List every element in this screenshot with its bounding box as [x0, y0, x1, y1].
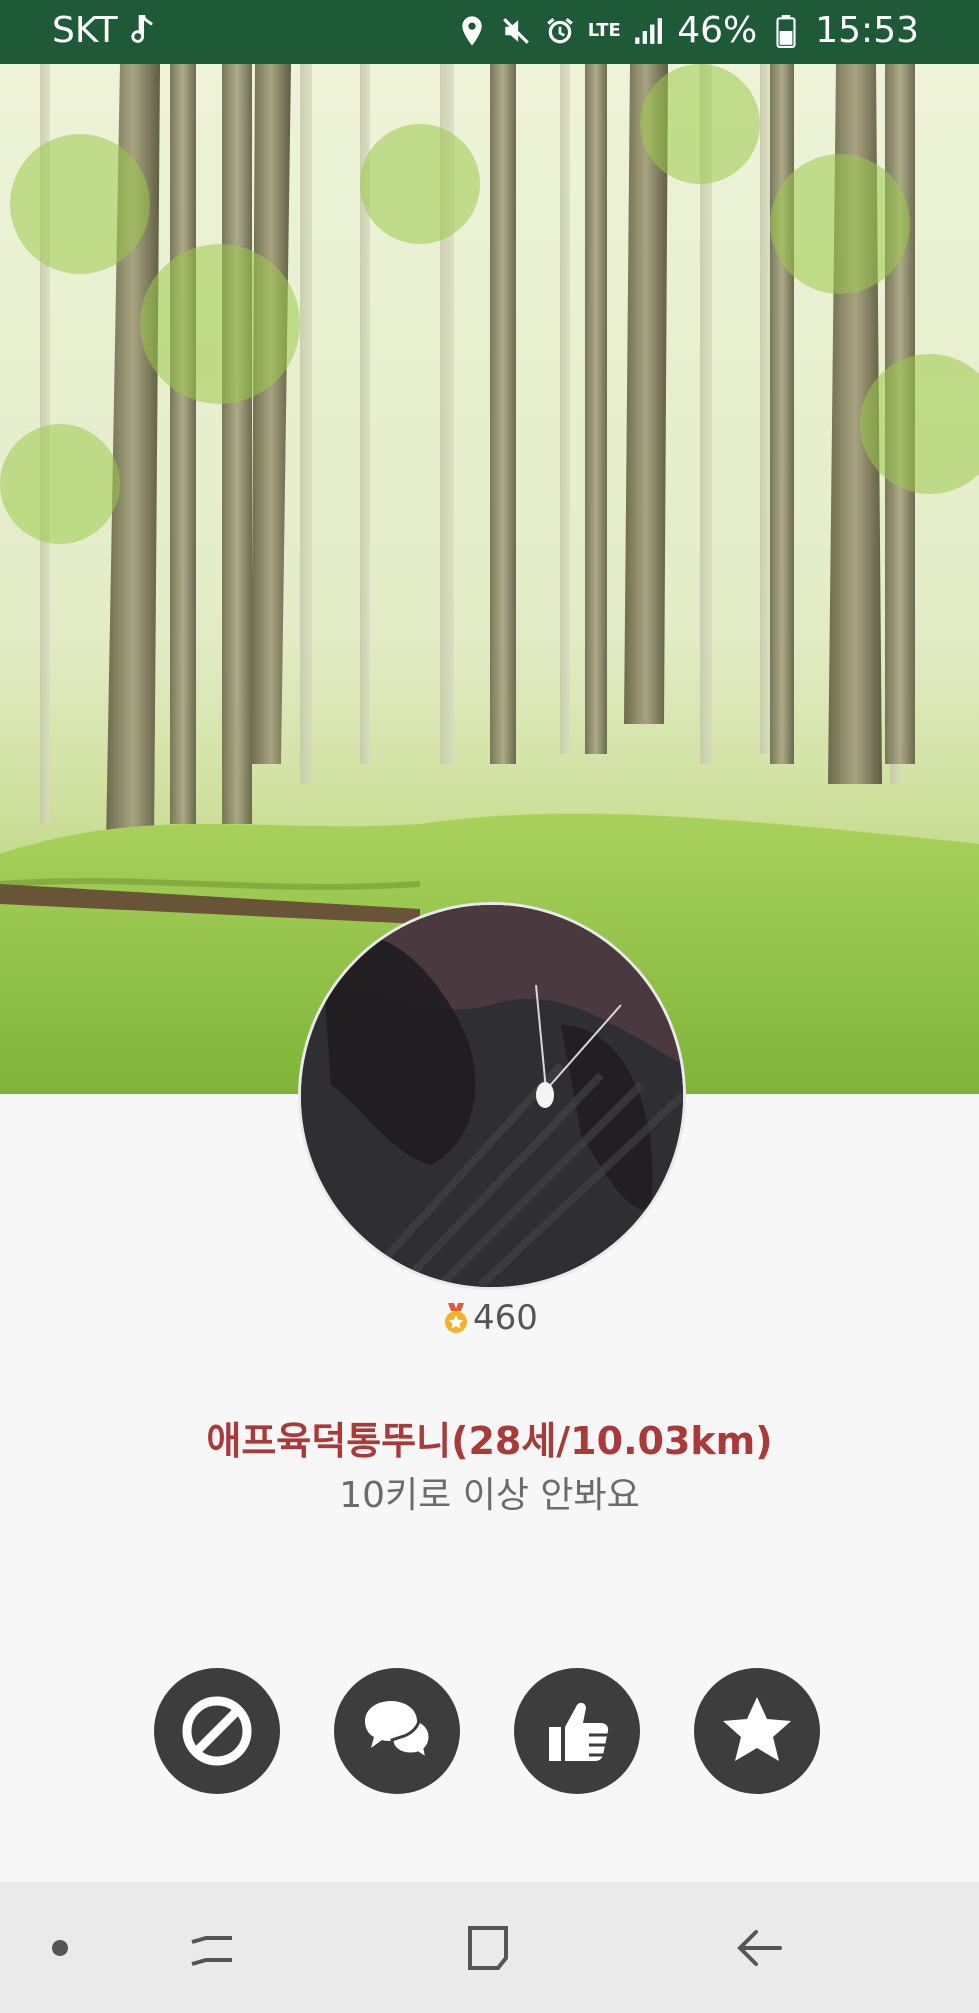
- nav-dot-button[interactable]: [28, 1916, 92, 1980]
- profile-screen: SKT LTE 46% 15:53 460 애프육덕통뚜니(28세/10.03k…: [0, 0, 979, 2013]
- recent-apps-icon: [191, 1936, 232, 1966]
- thumbs-up-icon: [549, 1702, 609, 1761]
- carrier-label: SKT: [52, 10, 118, 51]
- medal-icon: [445, 1303, 468, 1333]
- points-display: 460: [0, 1298, 979, 1338]
- battery-percent: 46%: [677, 10, 758, 51]
- home-icon: [468, 1926, 508, 1970]
- clock: 15:53: [815, 10, 919, 51]
- home-button[interactable]: [456, 1916, 520, 1980]
- battery-icon: [771, 13, 801, 49]
- status-right: LTE 46% 15:53: [457, 10, 919, 51]
- mute-icon: [501, 13, 531, 49]
- status-left: SKT: [52, 10, 160, 51]
- recent-apps-button[interactable]: [180, 1916, 244, 1980]
- profile-avatar[interactable]: [298, 902, 686, 1290]
- profile-name: 애프육덕통뚜니(28세/10.03km): [206, 1419, 773, 1463]
- music-note-icon: [130, 13, 160, 49]
- block-button[interactable]: [154, 1668, 280, 1794]
- chat-button[interactable]: [334, 1668, 460, 1794]
- navigation-bar: [0, 1882, 979, 2013]
- location-icon: [457, 13, 487, 49]
- block-icon: [182, 1696, 252, 1766]
- favorite-button[interactable]: [694, 1668, 820, 1794]
- like-button[interactable]: [514, 1668, 640, 1794]
- back-arrow-icon: [737, 1930, 782, 1966]
- star-icon: [723, 1697, 791, 1761]
- points-value: 460: [473, 1298, 538, 1338]
- lte-icon: LTE: [587, 19, 621, 41]
- dot-icon: [52, 1940, 68, 1956]
- alarm-icon: [545, 13, 575, 49]
- back-button[interactable]: [728, 1916, 792, 1980]
- chat-bubbles-icon: [365, 1701, 432, 1763]
- profile-status-message: 10키로 이상 안봐요: [339, 1475, 640, 1516]
- signal-icon: [633, 13, 663, 49]
- status-bar: SKT LTE 46% 15:53: [0, 0, 979, 64]
